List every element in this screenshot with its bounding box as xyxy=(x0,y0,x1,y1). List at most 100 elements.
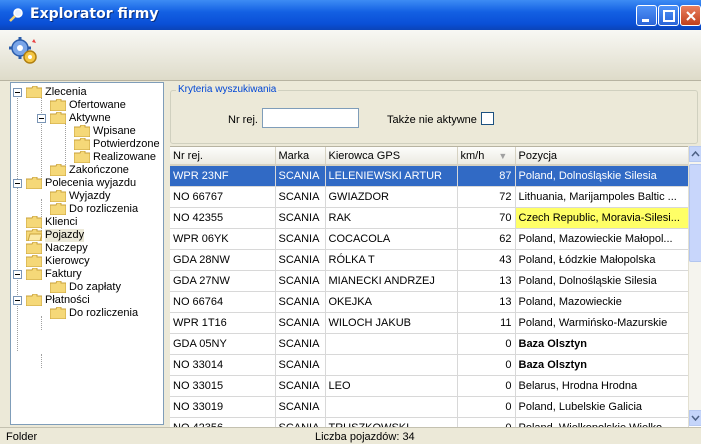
tree-item-label: Polecenia wyjazdu xyxy=(45,177,137,189)
tree-item-do-rozliczenia[interactable]: Do rozliczenia xyxy=(37,203,163,216)
tree-item-ofertowane[interactable]: Ofertowane xyxy=(37,99,163,112)
folder-icon xyxy=(26,177,42,189)
maximize-button[interactable] xyxy=(658,5,679,26)
cell-nr-rej: NO 33015 xyxy=(170,375,276,397)
folder-icon xyxy=(50,281,66,293)
table-row[interactable]: NO 66767 SCANIA GWIAZDOR 72 Lithuania, Marij… xyxy=(170,186,689,208)
column-header-pozycja[interactable]: Pozycja xyxy=(515,147,689,166)
cell-kierowca xyxy=(325,333,458,355)
nr-rej-input[interactable] xyxy=(262,108,359,128)
collapse-icon[interactable] xyxy=(13,88,22,97)
vehicles-table: Nr rej. Marka Kierowca GPS km/h ▼ Pozycja… xyxy=(170,147,689,427)
tree-item-do-zaplaty[interactable]: Do zapłaty xyxy=(37,281,163,294)
table-row[interactable]: NO 42356SCANIATRUSZKOWSKI0Poland, Wielko… xyxy=(170,417,689,427)
cell-kmh: 0 xyxy=(457,396,516,418)
cell-kmh: 70 xyxy=(457,207,516,229)
tree-item-platnosci[interactable]: Płatności xyxy=(13,294,163,307)
table-row[interactable]: NO 42355 SCANIA RAK 70 Czech Republic, Morav… xyxy=(170,207,689,229)
folder-icon xyxy=(26,255,42,267)
collapse-icon[interactable] xyxy=(13,270,22,279)
cell-kierowca: RÓLKA T xyxy=(325,249,458,271)
cell-nr-rej: GDA 05NY xyxy=(170,333,276,355)
table-row[interactable]: GDA 28NW SCANIA RÓLKA T 43 Poland, Łódzkie M… xyxy=(170,249,689,271)
cell-kmh: 72 xyxy=(457,186,516,208)
table-row[interactable]: GDA 27NW SCANIA MIANECKI ANDRZEJ 13 Poland, … xyxy=(170,270,689,292)
title-bar[interactable]: Explorator firmy xyxy=(0,0,701,30)
tree-item-zlecenia[interactable]: Zlecenia xyxy=(13,86,163,99)
settings-gears-icon[interactable] xyxy=(8,35,40,67)
cell-kmh: 0 xyxy=(457,333,516,355)
tree-item-kierowcy[interactable]: Kierowcy xyxy=(13,255,163,268)
table-row[interactable]: NO 33015 SCANIA LEO 0 Belarus, Hrodna Hrodna xyxy=(170,375,689,397)
folder-icon xyxy=(50,164,66,176)
scroll-thumb[interactable] xyxy=(689,164,701,262)
cell-kierowca: GWIAZDOR xyxy=(325,186,458,208)
grid-vertical-scrollbar[interactable] xyxy=(688,146,701,426)
cell-kierowca: TRUSZKOWSKI xyxy=(325,417,458,427)
tree-item-klienci[interactable]: Klienci xyxy=(13,216,163,229)
tree-item-potwierdzone[interactable]: Potwierdzone xyxy=(61,138,163,151)
tree-item-polecenia-wyjazdu[interactable]: Polecenia wyjazdu xyxy=(13,177,163,190)
cell-kmh: 0 xyxy=(457,354,516,376)
table-row[interactable]: GDA 05NY SCANIA 0 Baza Olsztyn xyxy=(170,333,689,355)
cell-marka: SCANIA xyxy=(275,228,326,250)
tree-item-label: Do zapłaty xyxy=(69,281,121,293)
cell-kmh: 13 xyxy=(457,291,516,313)
cell-pozycja: Poland, Lubelskie Galicia xyxy=(515,396,689,418)
collapse-icon[interactable] xyxy=(13,296,22,305)
cell-marka: SCANIA xyxy=(275,207,326,229)
vehicles-grid[interactable]: Nr rej. Marka Kierowca GPS km/h ▼ Pozycja… xyxy=(170,146,701,427)
column-header-nr-rej[interactable]: Nr rej. xyxy=(170,147,276,166)
cell-pozycja: Poland, Warmińsko-Mazurskie xyxy=(515,312,689,334)
cell-kmh: 11 xyxy=(457,312,516,334)
tree-item-label: Zlecenia xyxy=(45,86,87,98)
tree-item-pojazdy[interactable]: Pojazdy xyxy=(13,229,163,242)
cell-marka: SCANIA xyxy=(275,375,326,397)
cell-marka: SCANIA xyxy=(275,333,326,355)
inactive-checkbox[interactable] xyxy=(481,112,494,125)
status-folder: Folder xyxy=(6,431,38,443)
scroll-up-button[interactable] xyxy=(689,146,701,162)
cell-kmh: 0 xyxy=(457,375,516,397)
cell-kierowca: OKEJKA xyxy=(325,291,458,313)
column-header-label: Nr rej. xyxy=(173,149,203,162)
table-row[interactable]: WPR 23NF SCANIA LELENIEWSKI ARTUR 87 Poland,… xyxy=(170,165,689,187)
tree-item-wyjazdy[interactable]: Wyjazdy xyxy=(37,190,163,203)
tree-item-wpisane[interactable]: Wpisane xyxy=(61,125,163,138)
minimize-button[interactable] xyxy=(636,5,657,26)
inactive-label: Także nie aktywne xyxy=(387,114,477,126)
folder-tree[interactable]: Zlecenia Ofertowane Aktywne Wpisane Potw… xyxy=(10,82,164,425)
scroll-down-button[interactable] xyxy=(689,410,701,426)
cell-kierowca: MIANECKI ANDRZEJ xyxy=(325,270,458,292)
tree-item-naczepy[interactable]: Naczepy xyxy=(13,242,163,255)
column-header-kierowca[interactable]: Kierowca GPS xyxy=(325,147,458,166)
cell-marka: SCANIA xyxy=(275,291,326,313)
cell-marka: SCANIA xyxy=(275,249,326,271)
table-row[interactable]: WPR 1T16 SCANIA WILOCH JAKUB 11 Poland, Warm… xyxy=(170,312,689,334)
tree-item-realizowane[interactable]: Realizowane xyxy=(61,151,163,164)
cell-pozycja: Poland, Dolnośląskie Silesia xyxy=(515,165,689,187)
table-row[interactable]: NO 33014 SCANIA 0 Baza Olsztyn xyxy=(170,354,689,376)
tree-item-platnosci-do-rozliczenia[interactable]: Do rozliczenia xyxy=(37,307,163,320)
table-row[interactable]: NO 66764 SCANIA OKEJKA 13 Poland, Mazowiecki… xyxy=(170,291,689,313)
cell-kmh: 0 xyxy=(457,417,516,427)
table-row[interactable]: NO 33019 SCANIA 0 Poland, Lubelskie Galicia xyxy=(170,396,689,418)
cell-nr-rej: WPR 06YK xyxy=(170,228,276,250)
cell-kmh: 43 xyxy=(457,249,516,271)
tree-item-aktywne[interactable]: Aktywne xyxy=(37,112,163,125)
tree-item-faktury[interactable]: Faktury xyxy=(13,268,163,281)
tree-item-label: Realizowane xyxy=(93,151,156,163)
cell-pozycja: Baza Olsztyn xyxy=(515,333,689,355)
tree-item-label: Wpisane xyxy=(93,125,136,137)
collapse-icon[interactable] xyxy=(13,179,22,188)
collapse-icon[interactable] xyxy=(37,114,46,123)
cell-nr-rej: WPR 23NF xyxy=(170,165,276,187)
status-bar: Folder Liczba pojazdów: 34 xyxy=(0,427,701,444)
cell-nr-rej: GDA 27NW xyxy=(170,270,276,292)
close-button[interactable] xyxy=(680,5,701,26)
table-row[interactable]: WPR 06YK SCANIA COCACOLA 62 Poland, Mazowiec… xyxy=(170,228,689,250)
column-header-marka[interactable]: Marka xyxy=(275,147,326,166)
column-header-kmh[interactable]: km/h ▼ xyxy=(457,147,516,166)
cell-marka: SCANIA xyxy=(275,186,326,208)
tree-item-zakonczone[interactable]: Zakończone xyxy=(37,164,163,177)
